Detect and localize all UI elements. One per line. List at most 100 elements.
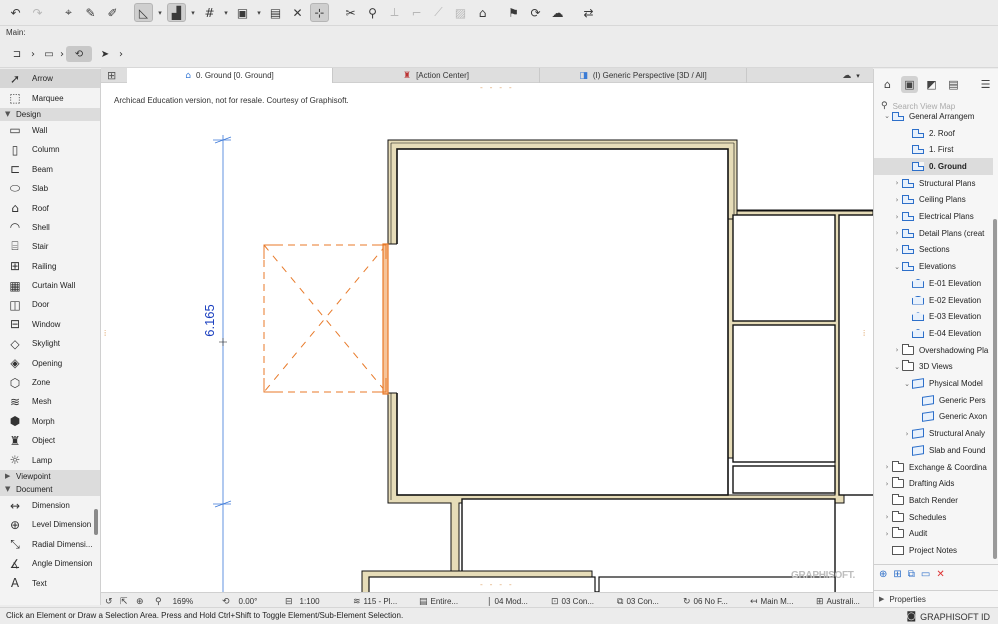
tool-door[interactable]: ◫ Door: [0, 295, 100, 314]
properties-section[interactable]: ▶ Properties: [874, 590, 998, 607]
settings-icon[interactable]: ▭: [921, 569, 930, 580]
chevron-right-icon[interactable]: ›: [892, 246, 902, 254]
view-map-item[interactable]: Batch Render: [874, 492, 993, 509]
view-map-item[interactable]: ⌄ Elevations: [874, 258, 993, 275]
grid-snap-icon[interactable]: #: [200, 3, 219, 22]
chevron-right-icon[interactable]: ›: [882, 513, 892, 521]
tool-dimension[interactable]: ↔ Dimension: [0, 496, 100, 515]
trace-icon[interactable]: ✕: [288, 3, 307, 22]
tab-generic-perspective[interactable]: ◨ (I) Generic Perspective [3D / All]: [540, 68, 747, 83]
section-document[interactable]: ▼ Document: [0, 482, 100, 496]
section-design[interactable]: ▼ Design: [0, 107, 100, 121]
view-map-item[interactable]: Generic Pers: [874, 392, 993, 409]
pane-handle-right[interactable]: ⁞: [863, 329, 865, 338]
tool-railing[interactable]: ⊞ Railing: [0, 257, 100, 276]
redo-icon[interactable]: ↷: [28, 3, 47, 22]
arrow-pointer-icon[interactable]: ➤: [98, 46, 112, 62]
eyedropper-icon[interactable]: ✐: [103, 3, 122, 22]
mirror-icon[interactable]: ⌐: [407, 3, 426, 22]
pane-handle-left[interactable]: ⁞: [104, 329, 106, 338]
layer-icon[interactable]: ▣: [233, 3, 252, 22]
view-map-item[interactable]: › Audit: [874, 526, 993, 543]
select-tool-icon[interactable]: ⊹: [310, 3, 329, 22]
view-map-item[interactable]: E-04 Elevation: [874, 325, 993, 342]
view-map-item[interactable]: ⌄ Physical Model: [874, 375, 993, 392]
view-map-item[interactable]: › Ceiling Plans: [874, 192, 993, 209]
tool-skylight[interactable]: ◇ Skylight: [0, 334, 100, 353]
tool-wall[interactable]: ▭ Wall: [0, 121, 100, 140]
magic-wand-icon[interactable]: ⚲: [363, 3, 382, 22]
chevron-right-icon[interactable]: ›: [892, 196, 902, 204]
chevron-right-icon[interactable]: ›: [116, 46, 126, 62]
view-map-item[interactable]: › Structural Analy: [874, 425, 993, 442]
view-map-item[interactable]: 0. Ground: [874, 158, 993, 175]
publisher-sets-icon[interactable]: ▤: [945, 76, 962, 93]
snap-guides-icon[interactable]: ◺: [134, 3, 153, 22]
undo-icon[interactable]: ↶: [6, 3, 25, 22]
view-map-item[interactable]: › Structural Plans: [874, 175, 993, 192]
tool-arrow[interactable]: ➚ Arrow: [0, 69, 100, 89]
tool-mesh[interactable]: ≋ Mesh: [0, 392, 100, 411]
selected-opening[interactable]: [263, 243, 389, 395]
search-view-map[interactable]: ⚲ Search View Map: [878, 99, 994, 113]
section-viewpoint[interactable]: ▶ Viewpoint: [0, 469, 100, 483]
chevron-right-icon[interactable]: ›: [892, 346, 902, 354]
tool-roof[interactable]: ⌂ Roof: [0, 198, 100, 217]
view-map-item[interactable]: E-01 Elevation: [874, 275, 993, 292]
tool-text[interactable]: A Text: [0, 573, 100, 592]
view-map-item[interactable]: › Schedules: [874, 509, 993, 526]
chevron-right-icon[interactable]: ›: [902, 430, 912, 438]
floor-plan-canvas[interactable]: Archicad Education version, not for resa…: [101, 83, 873, 592]
selection-method-icon[interactable]: ▭: [38, 46, 60, 62]
tool-column[interactable]: ▯ Column: [0, 140, 100, 159]
tool-marquee[interactable]: ⬚ Marquee: [0, 88, 100, 107]
chevron-right-icon[interactable]: ›: [882, 463, 892, 471]
tool-shell[interactable]: ◠ Shell: [0, 218, 100, 237]
tab-action-center[interactable]: ♜ [Action Center]: [333, 68, 540, 83]
view-map-item[interactable]: › Sections: [874, 242, 993, 259]
chevron-right-icon[interactable]: ›: [882, 530, 892, 538]
tab-options[interactable]: ☁ ▾: [831, 68, 871, 83]
tool-beam[interactable]: ⊏ Beam: [0, 160, 100, 179]
tool-morph[interactable]: ⬢ Morph: [0, 412, 100, 431]
tab-ground-floor[interactable]: ⌂ 0. Ground [0. Ground]: [127, 68, 333, 83]
chevron-right-icon[interactable]: ›: [892, 229, 902, 237]
chevron-down-icon[interactable]: ▾: [156, 9, 164, 17]
lasso-icon[interactable]: ⟲: [66, 46, 92, 62]
chevron-down-icon[interactable]: ▾: [189, 9, 197, 17]
flag-icon[interactable]: ⚑: [504, 3, 523, 22]
adjust-icon[interactable]: ⟋: [429, 3, 448, 22]
chevron-right-icon[interactable]: ›: [892, 213, 902, 221]
view-map-item[interactable]: Project Notes: [874, 542, 993, 559]
view-map-item[interactable]: Slab and Found: [874, 442, 993, 459]
chevron-down-icon[interactable]: ▾: [255, 9, 263, 17]
clone-icon[interactable]: ⧉: [908, 569, 915, 580]
delete-icon[interactable]: ✕: [936, 569, 944, 580]
project-map-icon[interactable]: ⌂: [879, 76, 896, 93]
inject-icon[interactable]: ✎: [81, 3, 100, 22]
view-map-icon[interactable]: ▣: [901, 75, 918, 93]
tool-opening[interactable]: ◈ Opening: [0, 353, 100, 372]
dimension-text[interactable]: 6.165: [202, 297, 229, 347]
view-map-item[interactable]: › Electrical Plans: [874, 208, 993, 225]
chevron-down-icon[interactable]: ⌄: [902, 380, 912, 388]
graphisoft-id-button[interactable]: ◙ GRAPHISOFT ID: [906, 611, 990, 622]
view-map-item[interactable]: 1. First: [874, 141, 993, 158]
gravity-icon[interactable]: ▟: [167, 3, 186, 22]
chevron-down-icon[interactable]: ⌄: [892, 363, 902, 371]
image-icon[interactable]: ▨: [451, 3, 470, 22]
view-map-item[interactable]: › Detail Plans (creat: [874, 225, 993, 242]
tool-window[interactable]: ⊟ Window: [0, 315, 100, 334]
chevron-down-icon[interactable]: ⌄: [892, 263, 902, 271]
home-icon[interactable]: ⌂: [473, 3, 492, 22]
tool-lamp[interactable]: ☼ Lamp: [0, 450, 100, 469]
tool-slab[interactable]: ⬭ Slab: [0, 179, 100, 198]
tool-object[interactable]: ♜ Object: [0, 431, 100, 450]
layout-book-icon[interactable]: ◩: [923, 76, 940, 93]
chevron-down-icon[interactable]: ▾: [222, 9, 230, 17]
tab-overview-icon[interactable]: ⊞: [107, 69, 116, 82]
wall-outline[interactable]: [361, 139, 873, 592]
tool-curtain-wall[interactable]: ▦ Curtain Wall: [0, 276, 100, 295]
chevron-right-icon[interactable]: ›: [58, 46, 66, 62]
view-map-item[interactable]: Generic Axon: [874, 409, 993, 426]
